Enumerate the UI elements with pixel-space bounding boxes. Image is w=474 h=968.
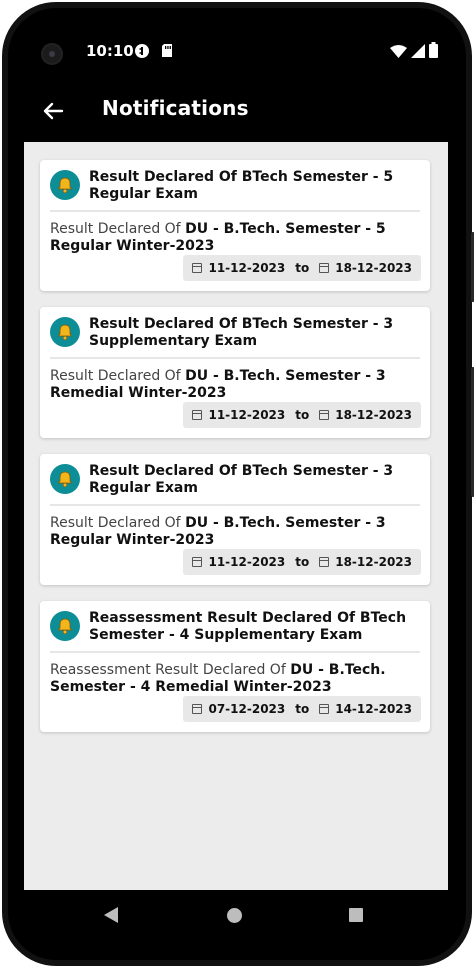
date-range: 11-12-2023 to 18-12-2023: [183, 402, 421, 428]
from-date: 11-12-2023: [208, 555, 286, 569]
notification-title: Result Declared Of BTech Semester - 3 Su…: [89, 316, 394, 349]
system-nav-bar: [24, 890, 448, 940]
notification-message: Reassessment Result Declared Of DU - B.T…: [50, 662, 424, 696]
calendar-icon: [319, 263, 330, 273]
app-bar: Notifications: [24, 80, 448, 142]
page-title: Notifications: [102, 96, 249, 120]
to-date: 18-12-2023: [335, 408, 412, 422]
calendar-icon: [192, 557, 203, 567]
bell-icon: [57, 177, 73, 194]
notification-title: Result Declared Of BTech Semester - 5 Re…: [89, 169, 394, 202]
date-range: 11-12-2023 to 18-12-2023: [183, 255, 421, 281]
to-label: to: [295, 702, 310, 716]
status-time: 10:10: [86, 42, 134, 60]
to-label: to: [295, 261, 310, 275]
notification-message: Result Declared Of DU - B.Tech. Semester…: [50, 515, 424, 549]
bell-badge: [50, 611, 80, 641]
sd-card-icon: [162, 44, 172, 57]
bell-icon: [57, 471, 73, 488]
bell-badge: [50, 170, 80, 200]
notification-title: Reassessment Result Declared Of BTech Se…: [89, 610, 407, 643]
bell-badge: [50, 464, 80, 494]
calendar-icon: [192, 410, 203, 420]
calendar-icon: [192, 704, 203, 714]
notification-title: Result Declared Of BTech Semester - 3 Re…: [89, 463, 394, 496]
to-label: to: [295, 408, 310, 422]
calendar-icon: [192, 263, 203, 273]
card-divider: [50, 210, 420, 212]
card-divider: [50, 357, 420, 359]
signal-icon: [411, 44, 425, 58]
calendar-icon: [319, 557, 330, 567]
home-circle-icon[interactable]: [227, 908, 242, 923]
game-controller-icon: [135, 44, 149, 58]
bell-icon: [57, 324, 73, 341]
recents-square-icon[interactable]: [349, 908, 363, 922]
bell-badge: [50, 317, 80, 347]
message-prefix: Result Declared Of: [50, 515, 186, 531]
notification-card[interactable]: Result Declared Of BTech Semester - 3 Re…: [40, 454, 430, 585]
battery-icon: [429, 42, 438, 58]
from-date: 07-12-2023: [208, 702, 286, 716]
status-bar: 10:10: [24, 24, 448, 80]
date-range: 07-12-2023 to 14-12-2023: [183, 696, 421, 722]
arrow-left-icon: [43, 102, 64, 120]
to-date: 14-12-2023: [335, 702, 412, 716]
message-prefix: Reassessment Result Declared Of: [50, 662, 291, 678]
message-prefix: Result Declared Of: [50, 368, 186, 384]
calendar-icon: [319, 410, 330, 420]
to-date: 18-12-2023: [335, 555, 412, 569]
camera-cutout: [41, 43, 63, 65]
from-date: 11-12-2023: [208, 408, 286, 422]
message-prefix: Result Declared Of: [50, 221, 186, 237]
card-divider: [50, 651, 420, 653]
screen: 10:10 Notifications Result Declared Of B…: [24, 24, 448, 890]
notification-message: Result Declared Of DU - B.Tech. Semester…: [50, 221, 424, 255]
wifi-icon: [390, 45, 407, 58]
back-triangle-icon[interactable]: [104, 907, 118, 923]
from-date: 11-12-2023: [208, 261, 286, 275]
notification-card[interactable]: Result Declared Of BTech Semester - 3 Su…: [40, 307, 430, 438]
notification-card[interactable]: Reassessment Result Declared Of BTech Se…: [40, 601, 430, 732]
notification-card[interactable]: Result Declared Of BTech Semester - 5 Re…: [40, 160, 430, 291]
bell-icon: [57, 618, 73, 635]
date-range: 11-12-2023 to 18-12-2023: [183, 549, 421, 575]
to-label: to: [295, 555, 310, 569]
card-divider: [50, 504, 420, 506]
calendar-icon: [319, 704, 330, 714]
to-date: 18-12-2023: [335, 261, 412, 275]
back-button[interactable]: [38, 96, 68, 126]
notification-message: Result Declared Of DU - B.Tech. Semester…: [50, 368, 424, 402]
